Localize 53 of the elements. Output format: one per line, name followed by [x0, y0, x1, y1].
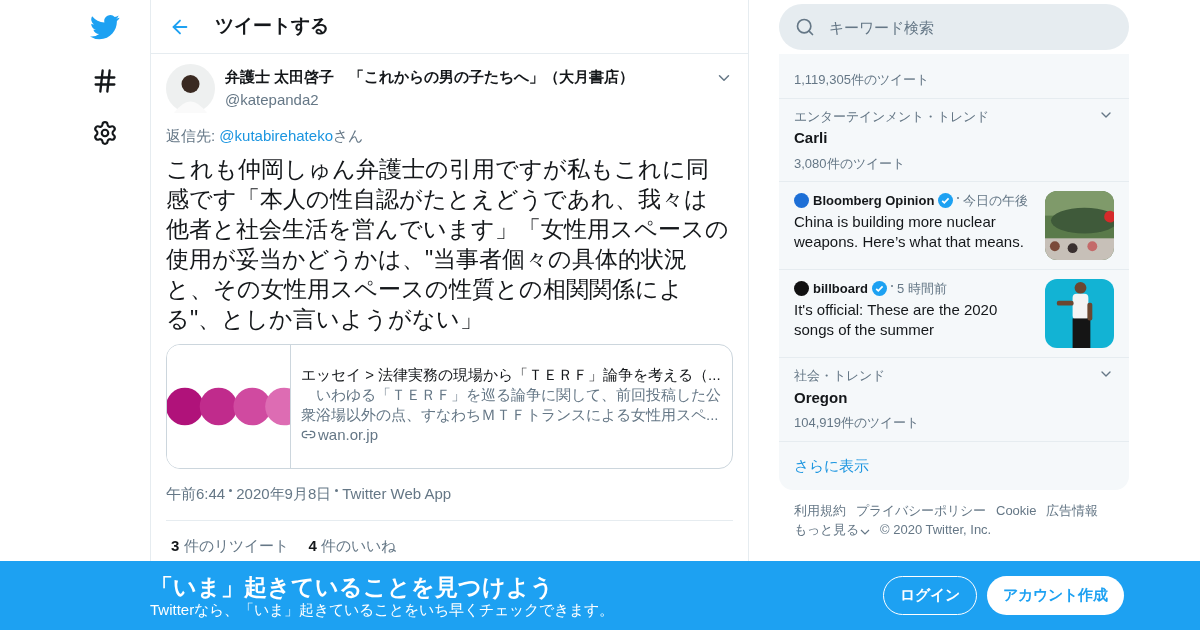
dot-separator-icon	[229, 489, 233, 493]
reply-user-link[interactable]: @kutabirehateko	[219, 127, 333, 144]
news-source: billboard	[813, 280, 868, 298]
search-icon	[795, 17, 815, 37]
dot-separator-icon	[335, 489, 339, 493]
bird-logo-icon[interactable]	[90, 12, 120, 42]
stat-link[interactable]: 3 件のリツイート	[171, 535, 289, 558]
card-title: エッセイ > 法律実務の現場から「ＴＥＲＦ」論争を考える（...	[301, 364, 722, 385]
trend-name: Carli	[794, 128, 829, 148]
news-source: Bloomberg Opinion	[813, 192, 935, 210]
trend-name: Oregon	[794, 387, 849, 408]
signup-button[interactable]: アカウント作成	[987, 576, 1124, 615]
link-card[interactable]: エッセイ > 法律実務の現場から「ＴＥＲＦ」論争を考える（... いわゆる「ＴＥＲＦ」を巡る論争に関して、前回投稿した公衆浴場以外の点、すなわちＭＴＦトランスによる女性用スペ... wan.or.jp	[166, 343, 733, 469]
tweet-text: これも仲岡しゅん弁護士の引用ですが私もこれに同感です「本人の性自認がたとえどうであれ、我々は他者と社会生活を営んでいます」「女性用スペースの使用が妥当かどうかは、"当事者個々の具体的状況と、その女性用スペースの性質との相関関係による"、としか言いようがない」	[166, 154, 730, 334]
avatar[interactable]	[166, 64, 215, 113]
footer-link[interactable]: もっと見る	[794, 520, 859, 538]
trend-item[interactable]: 社会・トレンド Oregon 104,919件のツイート	[779, 358, 1129, 442]
tweet-count: 3,080件のツイート	[794, 154, 906, 173]
news-time: 5 時間前	[896, 280, 947, 298]
stat-link[interactable]: 4 件のいいね	[308, 535, 397, 558]
settings-icon[interactable]	[92, 120, 118, 146]
tweet-count: 1,119,305件のツイート	[794, 71, 930, 89]
chevron-down-icon	[860, 529, 870, 535]
trend-item[interactable]: エンターテインメント・トレンド Carli 3,080件のツイート	[779, 98, 1129, 182]
news-headline: China is building more nuclear weapons. Here’s what that means.	[794, 211, 1025, 252]
footer-link[interactable]: 利用規約	[794, 501, 846, 519]
banner-subtitle: Twitterなら、「いま」起きていることをいち早くチェックできます。	[150, 600, 616, 619]
verified-badge-icon	[871, 281, 887, 297]
news-item[interactable]: Bloomberg Opinion 今日の午後 China is building more nuclear weapons. Here’s what that means.	[779, 182, 1129, 270]
news-headline: It's official: These are the 2020 songs of the summer	[794, 299, 999, 340]
banner-title: 「いま」起きていることを見つけよう	[150, 572, 555, 601]
trend-item[interactable]: 1,119,305件のツイート	[779, 54, 1129, 99]
card-description: いわゆる「ＴＥＲＦ」を巡る論争に関して、前回投稿した公衆浴場以外の点、すなわちＭＴＦトランスによる女性用スペ...	[301, 384, 722, 425]
display-name[interactable]: 弁護士 太田啓子 「これからの男の子たちへ」（大月書店）	[225, 66, 705, 89]
footer-link[interactable]: プライバシーポリシー	[856, 501, 986, 519]
footer-link[interactable]: 広告情報	[1046, 501, 1099, 519]
show-more-link[interactable]: さらに表示	[794, 456, 869, 474]
tweet-count: 104,919件のツイート	[794, 414, 920, 432]
user-handle[interactable]: @katepanda2	[225, 88, 705, 111]
tweet-meta[interactable]: 2020年9月8日	[236, 482, 332, 505]
search-field[interactable]: キーワード検索	[779, 4, 1129, 50]
page-title: ツイートする	[215, 14, 329, 39]
news-time: 今日の午後	[963, 192, 1029, 210]
reply-to-line: 返信先: @kutabirehatekoさん	[166, 126, 364, 146]
news-item[interactable]: billboard 5 時間前 It's official: These are the 2020 songs of the summer	[779, 270, 1129, 358]
tweet-meta: Twitter Web App	[342, 483, 452, 504]
verified-badge-icon	[938, 193, 954, 209]
card-domain: wan.or.jp	[318, 424, 379, 445]
footer-link[interactable]: Cookie	[996, 501, 1037, 519]
trend-category: 社会・トレンド	[794, 367, 885, 385]
copyright-text: © 2020 Twitter, Inc.	[880, 520, 992, 538]
tweet-meta: 午前6:44	[166, 483, 226, 504]
trend-category: エンターテインメント・トレンド	[794, 107, 989, 126]
